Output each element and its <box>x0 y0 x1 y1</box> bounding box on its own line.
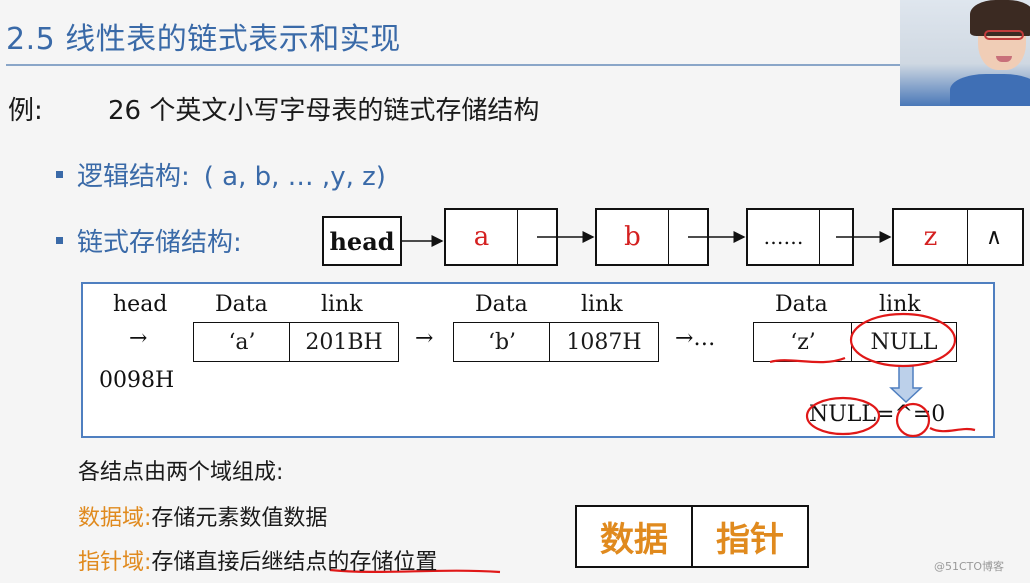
pointer-field-value: 存储直接后继结点的存储位置 <box>151 550 438 575</box>
node-data-field: a <box>446 210 518 264</box>
bullet-label: 链式存储结构: <box>77 228 242 258</box>
mem-column-link: link <box>321 292 363 317</box>
mem-column-data: Data <box>215 292 268 317</box>
presenter-webcam <box>900 0 1030 106</box>
bullet-icon <box>56 171 63 178</box>
node-link-field <box>514 210 556 264</box>
mem-head-arrow: → <box>129 326 148 351</box>
list-node-b: b <box>595 208 709 266</box>
memory-layout-panel: head → 0098H Data link ‘a’ 201BH → Data … <box>81 282 995 438</box>
data-field-value: 存储元素数值数据 <box>151 506 328 531</box>
node-data-field: z <box>894 210 968 264</box>
mem-node-a-data: ‘a’ <box>193 322 291 362</box>
mem-node-a-link: 201BH <box>289 322 399 362</box>
bullet-value: ( a, b, … ,y, z) <box>203 162 386 192</box>
bullet-linked-storage: 链式存储结构: <box>56 222 242 259</box>
node-data-field: …… <box>748 210 820 264</box>
presenter-glasses <box>984 30 1024 40</box>
data-field-description: 数据域:存储元素数值数据 <box>78 500 327 532</box>
bullet-icon <box>56 237 63 244</box>
mem-column-data: Data <box>475 292 528 317</box>
pointer-field-key: 指针域: <box>78 550 152 575</box>
pointer-field-description: 指针域:存储直接后继结点的存储位置 <box>78 544 437 576</box>
head-label: head <box>329 226 395 256</box>
list-node-ellipsis: …… <box>746 208 854 266</box>
title-divider <box>6 64 906 66</box>
slide-title: 2.5 线性表的链式表示和实现 <box>6 22 401 57</box>
node-null-pointer: ∧ <box>985 224 1003 250</box>
mem-head-label: head <box>113 292 168 317</box>
watermark: @51CTO博客 <box>934 560 1005 573</box>
node-link-field <box>816 210 852 264</box>
fields-intro: 各结点由两个域组成: <box>78 460 284 485</box>
mem-column-link: link <box>879 292 921 317</box>
mem-node-b-data: ‘b’ <box>453 322 551 362</box>
mem-node-b-link: 1087H <box>549 322 659 362</box>
node-field-legend: 数据 指针 <box>575 505 809 568</box>
mem-column-link: link <box>581 292 623 317</box>
mem-column-data: Data <box>775 292 828 317</box>
mem-ellipsis-arrow: →… <box>675 326 716 351</box>
legend-data-cell: 数据 <box>600 520 668 560</box>
presenter-body <box>950 74 1030 106</box>
bullet-label: 逻辑结构: <box>77 162 190 192</box>
node-link-field <box>665 210 707 264</box>
head-pointer-box: head <box>322 216 402 266</box>
mem-node-z-link: NULL <box>851 322 957 362</box>
list-node-z: z ∧ <box>892 208 1024 266</box>
list-node-a: a <box>444 208 558 266</box>
null-equation: NULL=^=0 <box>809 402 946 427</box>
example-text: 26 个英文小写字母表的链式存储结构 <box>108 96 540 126</box>
bullet-logical-structure: 逻辑结构: ( a, b, … ,y, z) <box>56 156 386 193</box>
mem-node-z-data: ‘z’ <box>753 322 853 362</box>
mem-arrow-1: → <box>415 326 434 351</box>
example-label: 例: <box>8 96 43 126</box>
legend-pointer-cell: 指针 <box>691 507 807 566</box>
data-field-key: 数据域: <box>78 506 152 531</box>
node-data-field: b <box>597 210 669 264</box>
mem-head-address: 0098H <box>99 368 175 393</box>
